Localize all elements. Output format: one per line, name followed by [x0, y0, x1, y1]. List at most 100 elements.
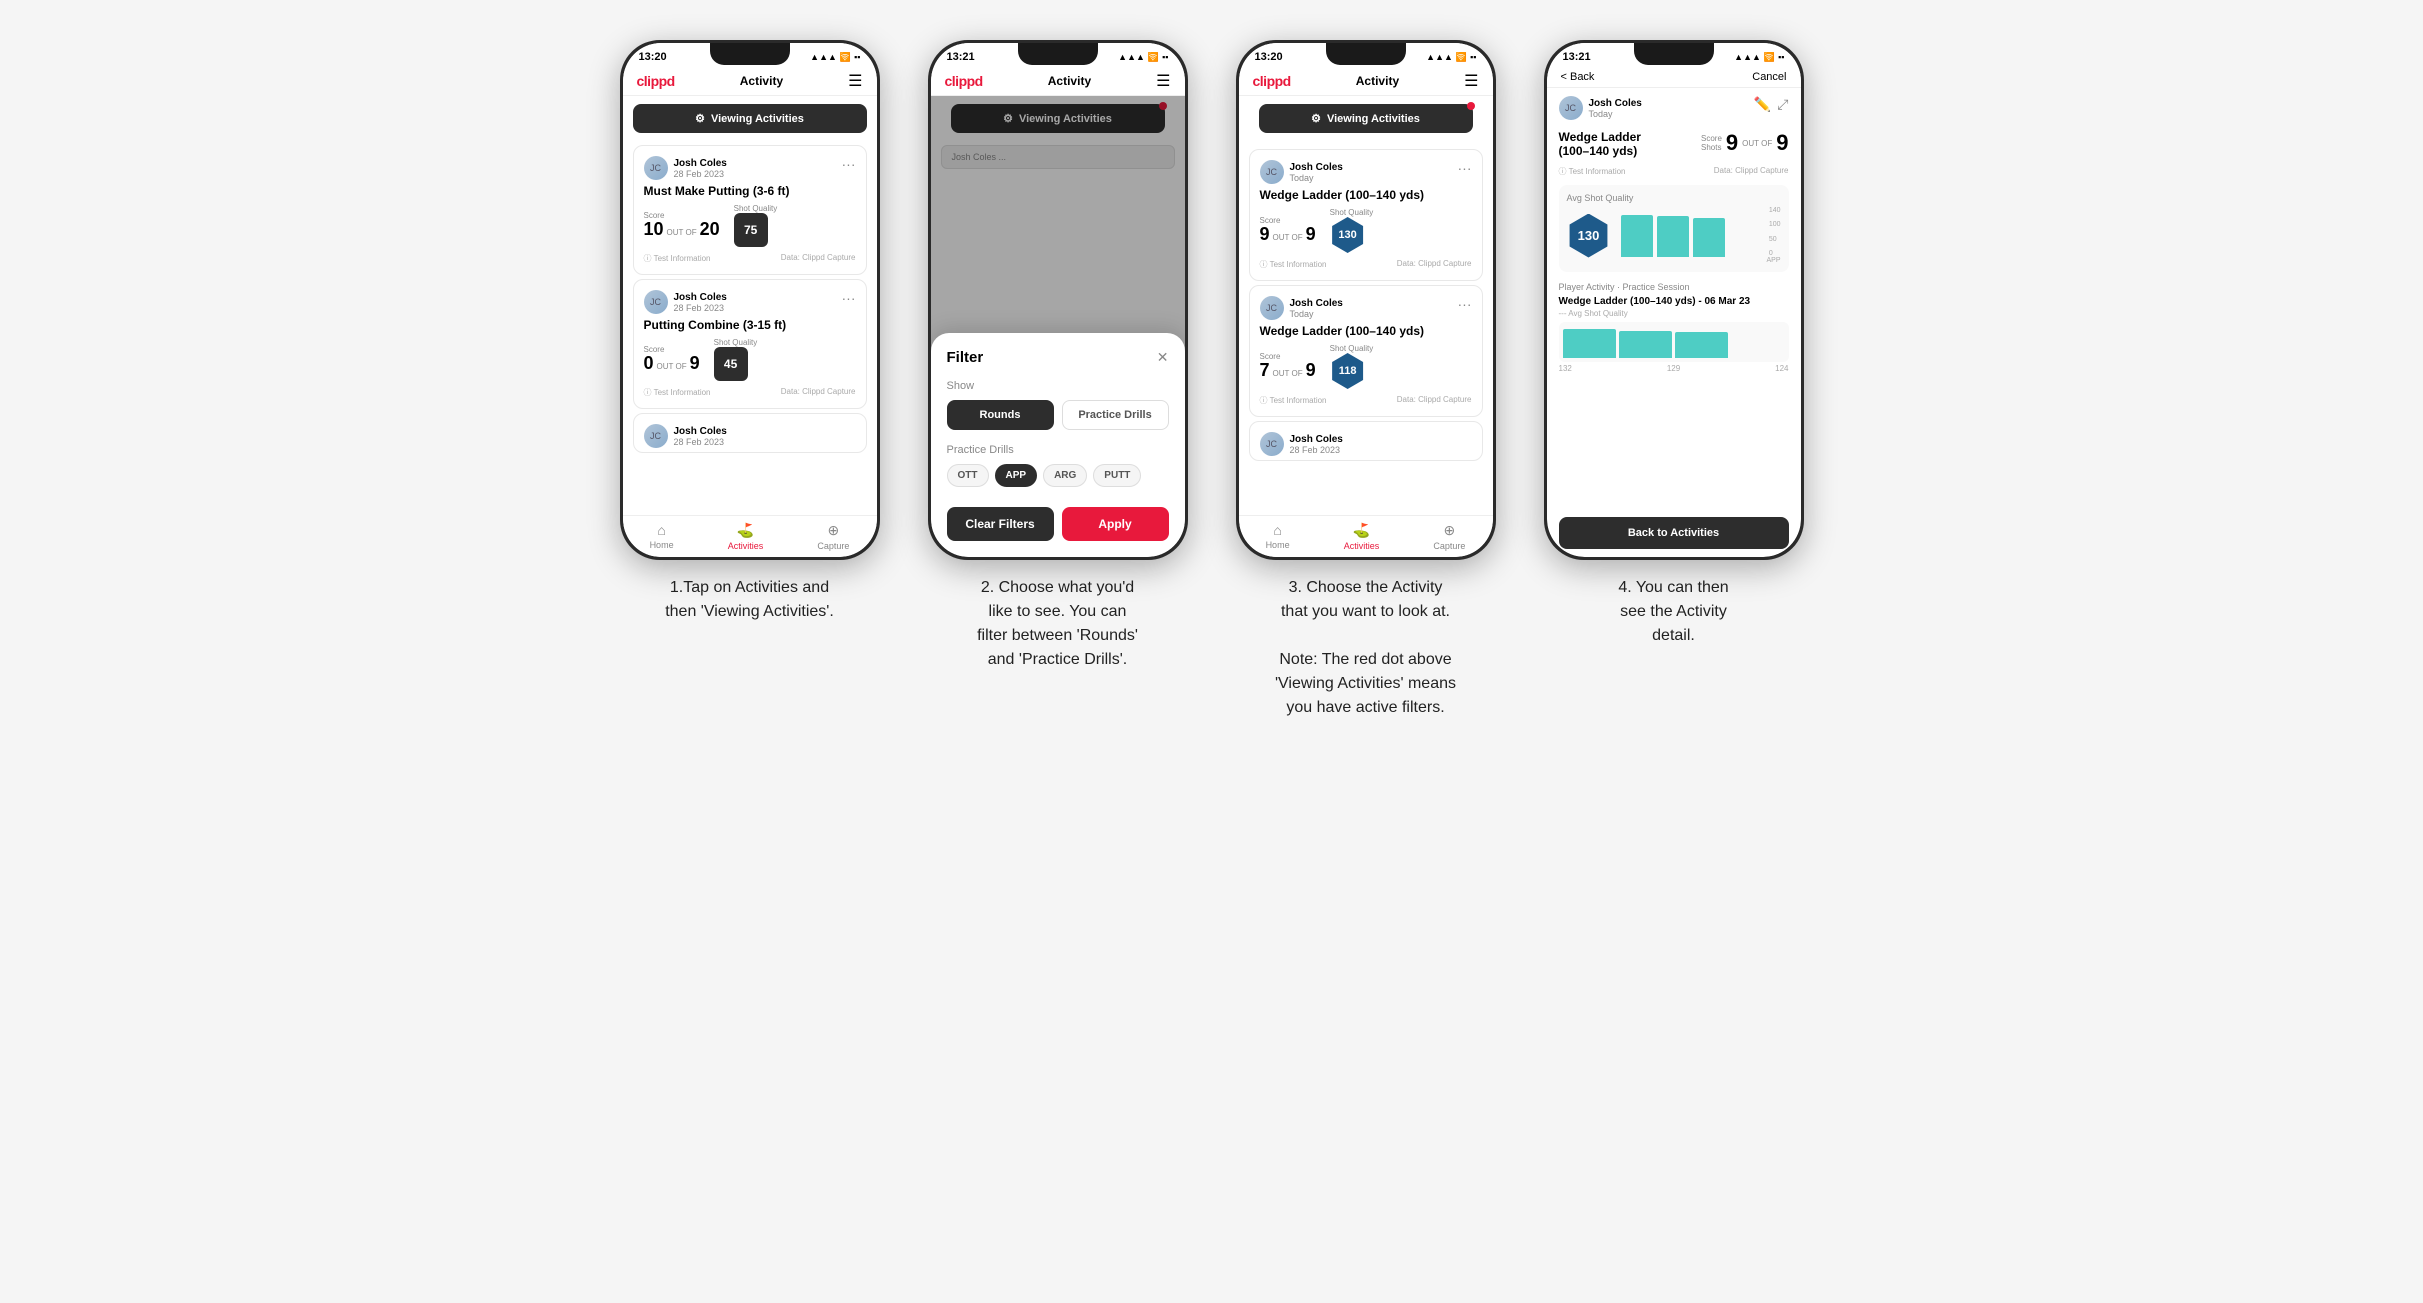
hamburger-menu-1[interactable]: ☰ [848, 71, 862, 91]
more-dots-3-1[interactable]: ··· [1458, 160, 1472, 176]
filter-drills-btn-2[interactable]: Practice Drills [1062, 400, 1169, 430]
expand-icon-4[interactable]: ⤢ [1777, 96, 1788, 113]
nav-logo-1: clippd [637, 73, 675, 89]
card-user-4: JC Josh Coles Today [1559, 96, 1642, 120]
stat-sq-1-1: Shot Quality 75 [734, 204, 778, 247]
filter-rounds-btn-2[interactable]: Rounds [947, 400, 1054, 430]
activity-card-3-2[interactable]: JC Josh Coles Today ··· Wedge Ladder (10… [1249, 285, 1483, 417]
card-user-3-1: JC Josh Coles Today [1260, 160, 1343, 184]
shots-val-4: 9 [1776, 130, 1788, 156]
chart-bar-label-129: 129 [1667, 364, 1680, 373]
phone-notch-3 [1326, 43, 1406, 65]
phone-frame-3: 13:20 ▲▲▲ 🛜 ▪▪ clippd Activity ☰ ⚙ Viewi [1236, 40, 1496, 560]
user-date-3-1: Today [1290, 173, 1343, 183]
score-block-4: Score Shots 9 OUT OF 9 [1701, 130, 1788, 156]
activities-icon-3: ⛳ [1353, 522, 1370, 539]
footer-left-1-1: ⓘ Test Information [644, 253, 711, 264]
nav-logo-2: clippd [945, 73, 983, 89]
more-dots-1-2[interactable]: ··· [842, 290, 856, 306]
bottom-nav-activities-3[interactable]: ⛳ Activities [1344, 522, 1380, 551]
out-of-3-1: OUT OF [1273, 233, 1303, 242]
clear-filters-btn-2[interactable]: Clear Filters [947, 507, 1054, 541]
user-info-1-3: Josh Coles 28 Feb 2023 [674, 426, 727, 447]
sq-label-3-1: Shot Quality [1330, 208, 1374, 217]
bottom-nav-capture-1[interactable]: ⊕ Capture [817, 522, 849, 551]
activities-icon-1: ⛳ [737, 522, 754, 539]
filter-header-2: Filter ✕ [947, 349, 1169, 366]
user-date-3-3: 28 Feb 2023 [1290, 445, 1343, 455]
user-name-3-3: Josh Coles [1290, 434, 1343, 445]
activity-card-1-1[interactable]: JC Josh Coles 28 Feb 2023 ··· Must Make … [633, 145, 867, 275]
screen-scroll-1: JC Josh Coles 28 Feb 2023 ··· Must Make … [623, 141, 877, 515]
bottom-nav-home-1[interactable]: ⌂ Home [650, 522, 674, 551]
detail-footer-row-4: ⓘ Test Information Data: Clippd Capture [1559, 166, 1789, 177]
avg-sq-section-4: Avg Shot Quality 130 APP [1559, 185, 1789, 272]
sq-chart-row-4: 130 APP [1567, 207, 1781, 264]
hamburger-menu-2[interactable]: ☰ [1156, 71, 1170, 91]
more-dots-3-2[interactable]: ··· [1458, 296, 1472, 312]
apply-btn-2[interactable]: Apply [1062, 507, 1169, 541]
filter-tag-putt-2[interactable]: PUTT [1093, 464, 1141, 487]
chart-x-label-4: APP [1621, 257, 1781, 264]
phone-screen-2: 13:21 ▲▲▲ 🛜 ▪▪ clippd Activity ☰ [931, 43, 1185, 557]
filter-tag-app-2[interactable]: APP [995, 464, 1038, 487]
phone-col-4: 13:21 ▲▲▲ 🛜 ▪▪ < Back Cancel JC [1534, 40, 1814, 648]
activities-label-3: Activities [1344, 541, 1380, 551]
user-name-1-1: Josh Coles [674, 158, 727, 169]
bottom-nav-activities-1[interactable]: ⛳ Activities [728, 522, 764, 551]
capture-icon-1: ⊕ [828, 522, 840, 539]
detail-content-4: JC Josh Coles Today ✏️ ⤢ [1547, 88, 1801, 517]
user-info-4: Josh Coles Today [1589, 98, 1642, 119]
cancel-btn-4[interactable]: Cancel [1752, 71, 1786, 83]
back-to-activities-btn-4[interactable]: Back to Activities [1559, 517, 1789, 549]
phone-col-3: 13:20 ▲▲▲ 🛜 ▪▪ clippd Activity ☰ ⚙ Viewi [1226, 40, 1506, 720]
filter-pd-label-2: Practice Drills [947, 444, 1169, 456]
y-label-140-4: 140 [1769, 207, 1781, 214]
shots-label-4: Shots [1701, 143, 1722, 152]
hamburger-menu-3[interactable]: ☰ [1464, 71, 1478, 91]
activity-card-1-2[interactable]: JC Josh Coles 28 Feb 2023 ··· Putting Co… [633, 279, 867, 409]
viewing-label-1: Viewing Activities [711, 113, 804, 125]
sq-hex-4: 130 [1567, 214, 1611, 258]
sq-badge-1-1: 75 [734, 213, 768, 247]
battery-icon-2: ▪▪ [1162, 52, 1168, 62]
activity-card-3-1[interactable]: JC Josh Coles Today ··· Wedge Ladder (10… [1249, 149, 1483, 281]
back-btn-4[interactable]: < Back [1561, 71, 1595, 83]
footer-left-3-2: ⓘ Test Information [1260, 395, 1327, 406]
score-vals-4: 9 [1726, 130, 1738, 156]
battery-icon-1: ▪▪ [854, 52, 860, 62]
edit-icon-4[interactable]: ✏️ [1754, 96, 1771, 113]
score-val-4: 9 [1726, 130, 1738, 156]
filter-tag-arg-2[interactable]: ARG [1043, 464, 1087, 487]
chart-wrap-4: APP 140 100 50 0 [1621, 207, 1781, 264]
filter-close-btn-2[interactable]: ✕ [1157, 349, 1169, 366]
session-bar-4-2 [1619, 331, 1672, 358]
card-header-3-1: JC Josh Coles Today ··· [1260, 160, 1472, 184]
filter-tag-ott-2[interactable]: OTT [947, 464, 989, 487]
bottom-nav-home-3[interactable]: ⌂ Home [1266, 522, 1290, 551]
card-header-1-2: JC Josh Coles 28 Feb 2023 ··· [644, 290, 856, 314]
viewing-activities-btn-1[interactable]: ⚙ Viewing Activities [633, 104, 867, 133]
more-dots-1-1[interactable]: ··· [842, 156, 856, 172]
status-time-1: 13:20 [639, 51, 667, 63]
bottom-nav-capture-3[interactable]: ⊕ Capture [1433, 522, 1465, 551]
y-label-100-4: 100 [1769, 221, 1781, 228]
sq-badge-1-2: 45 [714, 347, 748, 381]
capture-label-1: Capture [817, 541, 849, 551]
detail-title-4: Wedge Ladder(100–140 yds) [1559, 130, 1702, 158]
chart-y-axis-4: 140 100 50 0 [1769, 207, 1781, 257]
out-of-3-2: OUT OF [1273, 369, 1303, 378]
phone-notch-1 [710, 43, 790, 65]
signal-icon-2: ▲▲▲ [1118, 52, 1145, 62]
out-of-1-1: OUT OF [667, 228, 697, 237]
footer-right-3-2: Data: Clippd Capture [1397, 395, 1472, 406]
user-date-1-3: 28 Feb 2023 [674, 437, 727, 447]
sq-label-1-2: Shot Quality [714, 338, 758, 347]
stat-sq-3-2: Shot Quality 118 [1330, 344, 1374, 389]
sq-label-3-2: Shot Quality [1330, 344, 1374, 353]
user-info-3-1: Josh Coles Today [1290, 162, 1343, 183]
phone-screen-3: 13:20 ▲▲▲ 🛜 ▪▪ clippd Activity ☰ ⚙ Viewi [1239, 43, 1493, 557]
signal-icon-3: ▲▲▲ [1426, 52, 1453, 62]
viewing-activities-btn-3[interactable]: ⚙ Viewing Activities [1259, 104, 1473, 133]
wifi-icon-1: 🛜 [840, 52, 851, 63]
